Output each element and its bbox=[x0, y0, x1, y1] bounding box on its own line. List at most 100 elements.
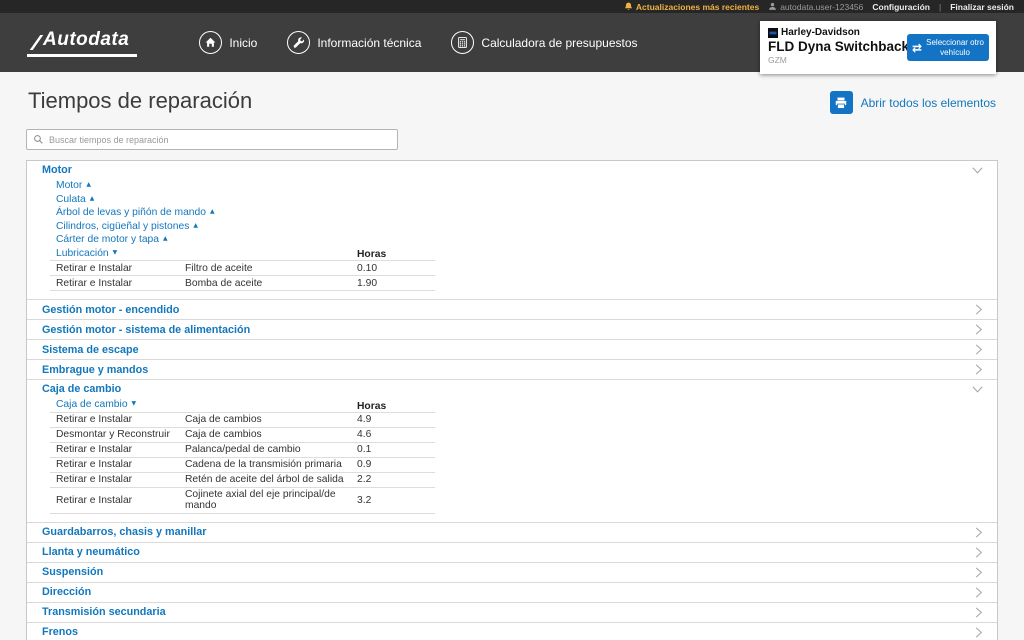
section-title: Gestión motor - sistema de alimentación bbox=[42, 323, 251, 336]
section-header[interactable]: Gestión motor - encendido bbox=[27, 300, 997, 319]
repair-time-row[interactable]: Retirar e Instalar Bomba de aceite 1.90 bbox=[50, 275, 435, 291]
subsection-link[interactable]: Lubricación ▼ bbox=[56, 247, 117, 261]
repair-hours: 3.2 bbox=[351, 486, 435, 514]
repair-action: Retirar e Instalar bbox=[50, 456, 179, 472]
triangle-icon: ▼ bbox=[131, 400, 137, 407]
nav-label: Información técnica bbox=[317, 35, 422, 50]
open-all-elements-label: Abrir todos los elementos bbox=[860, 95, 996, 110]
wrench-icon bbox=[287, 31, 311, 54]
search-box bbox=[26, 129, 398, 150]
section-body: Motor ▲ Culata ▲ Árbol de levas y piñón … bbox=[27, 179, 997, 299]
section-header[interactable]: Llanta y neumático bbox=[27, 543, 997, 562]
autodata-logo[interactable]: Autodata bbox=[27, 28, 138, 57]
section-header[interactable]: Gestión motor - sistema de alimentación bbox=[27, 320, 997, 339]
subsection-link[interactable]: Cilindros, cigüeñal y pistones ▲ bbox=[56, 220, 198, 234]
section-title: Gestión motor - encendido bbox=[42, 303, 180, 316]
configuration-link[interactable]: Configuración bbox=[872, 2, 930, 12]
subsection-link[interactable]: Caja de cambio ▼ bbox=[56, 398, 136, 412]
nav-item-technical-info[interactable]: Información técnica bbox=[287, 31, 421, 54]
triangle-icon: ▲ bbox=[163, 235, 168, 242]
subsection-label: Culata bbox=[56, 193, 86, 205]
accordion-section: Dirección bbox=[27, 581, 997, 602]
section-body: Caja de cambio ▼ Horas Retirar e Instala… bbox=[27, 398, 997, 522]
section-header[interactable]: Transmisión secundaria bbox=[27, 603, 997, 622]
repair-action: Retirar e Instalar bbox=[50, 471, 179, 487]
accordion-section: Guardabarros, chasis y manillar bbox=[27, 521, 997, 542]
subsection-link[interactable]: Motor ▲ bbox=[56, 179, 91, 193]
nav-item-home[interactable]: Inicio bbox=[199, 31, 257, 54]
hours-column-header: Horas bbox=[357, 400, 387, 412]
subsection-link[interactable]: Árbol de levas y piñón de mando ▲ bbox=[56, 206, 215, 220]
section-header[interactable]: Guardabarros, chasis y manillar bbox=[27, 523, 997, 542]
subsection-label: Caja de cambio bbox=[56, 399, 128, 410]
hours-column-header: Horas bbox=[357, 249, 387, 260]
repair-time-row[interactable]: Desmontar y Reconstruir Caja de cambios … bbox=[50, 426, 435, 442]
user-icon bbox=[769, 2, 777, 10]
section-header[interactable]: Frenos bbox=[27, 623, 997, 640]
section-header[interactable]: Motor bbox=[27, 161, 997, 179]
accordion-section: Motor Motor ▲ Culata ▲ Árbol de levas y … bbox=[27, 161, 997, 299]
repair-time-row[interactable]: Retirar e Instalar Palanca/pedal de camb… bbox=[50, 441, 435, 457]
nav-item-estimate-calculator[interactable]: Calculadora de presupuestos bbox=[451, 31, 638, 54]
repair-item: Filtro de aceite bbox=[179, 260, 351, 276]
section-title: Dirección bbox=[42, 586, 92, 598]
repair-hours: 4.6 bbox=[351, 426, 435, 442]
select-other-vehicle-button[interactable]: ⇄ Seleccionar otro vehículo bbox=[907, 34, 989, 61]
repair-times-table: Retirar e Instalar Filtro de aceite 0.10… bbox=[50, 260, 435, 291]
sublinks: Motor ▲ Culata ▲ Árbol de levas y piñón … bbox=[56, 179, 983, 260]
section-title: Frenos bbox=[42, 626, 78, 638]
chevron-right-icon bbox=[975, 324, 983, 335]
section-header[interactable]: Sistema de escape bbox=[27, 340, 997, 359]
repair-item: Palanca/pedal de cambio bbox=[179, 441, 351, 457]
bell-icon bbox=[624, 2, 633, 11]
repair-time-row[interactable]: Retirar e Instalar Retén de aceite del á… bbox=[50, 471, 435, 487]
user-account[interactable]: autodata.user-123456 bbox=[768, 2, 863, 12]
chevron-right-icon bbox=[975, 546, 983, 558]
repair-time-row[interactable]: Retirar e Instalar Caja de cambios 4.9 bbox=[50, 411, 435, 427]
chevron-right-icon bbox=[975, 526, 983, 538]
logo-slash-mark bbox=[29, 34, 44, 50]
logo-text: Autodata bbox=[43, 28, 130, 50]
section-title: Embrague y mandos bbox=[42, 363, 149, 376]
accordion-section: Gestión motor - encendido bbox=[27, 299, 997, 319]
repair-item: Caja de cambios bbox=[179, 426, 351, 442]
chevron-right-icon bbox=[975, 566, 983, 578]
logout-link[interactable]: Finalizar sesión bbox=[950, 2, 1014, 12]
recent-updates-link[interactable]: Actualizaciones más recientes bbox=[624, 2, 759, 12]
section-header[interactable]: Embrague y mandos bbox=[27, 360, 997, 379]
subsection-label: Árbol de levas y piñón de mando bbox=[56, 207, 206, 218]
accordion-section: Sistema de escape bbox=[27, 339, 997, 359]
repair-time-row[interactable]: Retirar e Instalar Cadena de la transmis… bbox=[50, 456, 435, 472]
repair-item: Caja de cambios bbox=[179, 411, 351, 427]
swap-arrows-icon: ⇄ bbox=[912, 40, 923, 55]
printer-icon bbox=[829, 91, 853, 114]
chevron-right-icon bbox=[975, 606, 983, 618]
repair-item: Bomba de aceite bbox=[179, 275, 351, 291]
select-other-vehicle-label: Seleccionar otro vehículo bbox=[926, 38, 984, 57]
subsection-link[interactable]: Culata ▲ bbox=[56, 193, 94, 207]
repair-item: Cadena de la transmisión primaria bbox=[179, 456, 351, 472]
repair-time-row[interactable]: Retirar e Instalar Cojinete axial del ej… bbox=[50, 486, 435, 514]
triangle-icon: ▲ bbox=[89, 194, 95, 202]
vehicle-card: Harley-Davidson FLD Dyna Switchback 1690… bbox=[760, 21, 996, 74]
subsection-label: Motor bbox=[56, 180, 83, 191]
section-header[interactable]: Caja de cambio bbox=[27, 380, 997, 398]
chevron-right-icon bbox=[975, 364, 983, 375]
subsection-label: Cárter de motor y tapa bbox=[56, 234, 160, 245]
search-input[interactable] bbox=[49, 134, 391, 145]
chevron-right-icon bbox=[975, 586, 983, 598]
section-header[interactable]: Suspensión bbox=[27, 563, 997, 582]
section-title: Llanta y neumático bbox=[42, 546, 140, 558]
repair-time-row[interactable]: Retirar e Instalar Filtro de aceite 0.10 bbox=[50, 260, 435, 276]
main-header: Autodata Inicio Información técnica Calc… bbox=[0, 13, 1024, 74]
chevron-right-icon bbox=[975, 344, 983, 355]
repair-action: Retirar e Instalar bbox=[50, 411, 179, 427]
main-nav: Inicio Información técnica Calculadora d… bbox=[199, 31, 638, 54]
subsection-link[interactable]: Cárter de motor y tapa ▲ bbox=[56, 233, 168, 247]
repair-action: Desmontar y Reconstruir bbox=[50, 426, 179, 442]
repair-hours: 0.1 bbox=[351, 441, 435, 457]
repair-hours: 4.9 bbox=[351, 411, 435, 427]
accordion-section: Caja de cambio Caja de cambio ▼ Horas Re… bbox=[27, 379, 997, 522]
open-all-elements-button[interactable]: Abrir todos los elementos bbox=[829, 91, 996, 114]
section-header[interactable]: Dirección bbox=[27, 583, 997, 602]
